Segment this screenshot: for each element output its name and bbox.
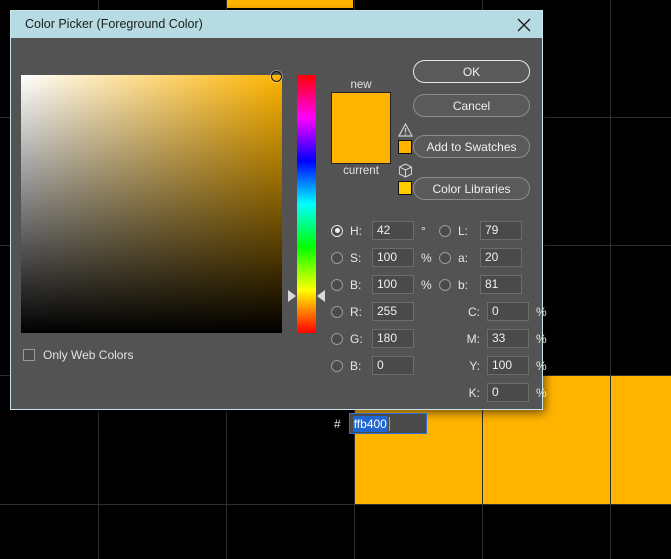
unit-cmyk-y: % bbox=[536, 358, 547, 373]
preview-new-label: new bbox=[350, 79, 372, 91]
color-libraries-button[interactable]: Color Libraries bbox=[413, 177, 530, 200]
gamut-warning-swatch[interactable] bbox=[398, 140, 412, 154]
label-rgb-g: G: bbox=[350, 331, 363, 346]
unit-hsb-b: % bbox=[421, 277, 432, 292]
only-web-colors-label: Only Web Colors bbox=[43, 348, 134, 362]
radio-rgb-b[interactable] bbox=[331, 359, 343, 372]
label-lab-l: L: bbox=[458, 223, 469, 238]
input-lab-a[interactable]: 20 bbox=[480, 248, 522, 267]
radio-lab-l[interactable] bbox=[439, 224, 451, 237]
input-hsb-b[interactable]: 100 bbox=[372, 275, 414, 294]
hex-hash-label: # bbox=[334, 416, 341, 431]
input-cmyk-m[interactable]: 33 bbox=[487, 329, 529, 348]
websafe-cube-icon[interactable] bbox=[398, 163, 413, 178]
label-hsb-h: H: bbox=[350, 223, 362, 238]
field-row-lab-b: b: 81 bbox=[439, 274, 522, 295]
hue-marker-left[interactable] bbox=[288, 290, 296, 302]
preview-current-swatch[interactable] bbox=[332, 128, 390, 163]
input-cmyk-k[interactable]: 0 bbox=[487, 383, 529, 402]
color-field-brightness-overlay bbox=[21, 75, 282, 333]
input-lab-b[interactable]: 81 bbox=[480, 275, 522, 294]
input-lab-l[interactable]: 79 bbox=[480, 221, 522, 240]
field-row-lab-a: a: 20 bbox=[439, 247, 522, 268]
input-rgb-g[interactable]: 180 bbox=[372, 329, 414, 348]
checkbox-box[interactable] bbox=[23, 349, 35, 361]
grid-line-vertical bbox=[610, 0, 611, 559]
preview-swatch-stack[interactable] bbox=[331, 92, 391, 164]
gamut-warning-icon[interactable] bbox=[398, 123, 413, 137]
field-row-lab-l: L: 79 bbox=[439, 220, 522, 241]
preview-current-label: current bbox=[343, 165, 379, 177]
websafe-swatch[interactable] bbox=[398, 181, 412, 195]
hex-input[interactable]: ffb400 bbox=[348, 413, 427, 434]
label-cmyk-k: K: bbox=[468, 385, 480, 400]
input-hsb-s[interactable]: 100 bbox=[372, 248, 414, 267]
ok-button[interactable]: OK bbox=[413, 60, 530, 83]
dialog-titlebar[interactable]: Color Picker (Foreground Color) bbox=[11, 11, 542, 38]
input-cmyk-y[interactable]: 100 bbox=[487, 356, 529, 375]
unit-cmyk-c: % bbox=[536, 304, 547, 319]
unit-cmyk-m: % bbox=[536, 331, 547, 346]
hue-marker-right[interactable] bbox=[317, 290, 325, 302]
color-preview: new current bbox=[331, 78, 391, 178]
field-row-rgb-g: G: 180 bbox=[331, 328, 414, 349]
field-row-hsb-b: B: 100 % bbox=[331, 274, 432, 295]
label-lab-b: b: bbox=[458, 277, 469, 292]
input-rgb-r[interactable]: 255 bbox=[372, 302, 414, 321]
text-caret bbox=[388, 416, 391, 431]
radio-lab-b[interactable] bbox=[439, 278, 451, 291]
label-cmyk-m: M: bbox=[466, 331, 480, 346]
unit-cmyk-k: % bbox=[536, 385, 547, 400]
field-row-cmyk-y: Y: 100 % bbox=[458, 355, 547, 376]
preview-new-swatch[interactable] bbox=[332, 93, 390, 128]
label-cmyk-y: Y: bbox=[469, 358, 480, 373]
add-to-swatches-button[interactable]: Add to Swatches bbox=[413, 135, 530, 158]
close-icon[interactable] bbox=[514, 15, 534, 35]
label-hsb-b: B: bbox=[350, 277, 362, 292]
grid-line-horizontal bbox=[0, 504, 671, 505]
only-web-colors-checkbox[interactable]: Only Web Colors bbox=[23, 348, 133, 362]
input-cmyk-c[interactable]: 0 bbox=[487, 302, 529, 321]
field-row-hsb-s: S: 100 % bbox=[331, 247, 432, 268]
color-field[interactable] bbox=[21, 71, 282, 333]
hex-field-row: # ffb400 bbox=[334, 413, 427, 434]
label-hsb-s: S: bbox=[350, 250, 362, 265]
label-rgb-r: R: bbox=[350, 304, 362, 319]
radio-rgb-r[interactable] bbox=[331, 305, 343, 318]
radio-hsb-h[interactable] bbox=[331, 224, 343, 237]
dialog-body: Only Web Colors new current OK Cancel Ad… bbox=[11, 38, 547, 434]
radio-hsb-s[interactable] bbox=[331, 251, 343, 264]
field-row-cmyk-m: M: 33 % bbox=[458, 328, 547, 349]
unit-hsb-h: ° bbox=[421, 223, 426, 238]
unit-hsb-s: % bbox=[421, 250, 432, 265]
radio-hsb-b[interactable] bbox=[331, 278, 343, 291]
dialog-title: Color Picker (Foreground Color) bbox=[25, 17, 203, 31]
hex-input-value: ffb400 bbox=[352, 415, 388, 432]
label-lab-a: a: bbox=[458, 250, 469, 265]
color-picker-dialog: Color Picker (Foreground Color) Only Web… bbox=[10, 10, 547, 434]
field-row-cmyk-c: C: 0 % bbox=[458, 301, 547, 322]
field-row-rgb-b: B: 0 bbox=[331, 355, 414, 376]
field-row-cmyk-k: K: 0 % bbox=[458, 382, 547, 403]
input-hsb-h[interactable]: 42 bbox=[372, 221, 414, 240]
canvas-cell-filled bbox=[227, 0, 353, 8]
input-rgb-b[interactable]: 0 bbox=[372, 356, 414, 375]
field-row-rgb-r: R: 255 bbox=[331, 301, 414, 322]
radio-lab-a[interactable] bbox=[439, 251, 451, 264]
cancel-button[interactable]: Cancel bbox=[413, 94, 530, 117]
field-row-hsb-h: H: 42 ° bbox=[331, 220, 426, 241]
label-cmyk-c: C: bbox=[468, 304, 480, 319]
radio-rgb-g[interactable] bbox=[331, 332, 343, 345]
label-rgb-b: B: bbox=[350, 358, 362, 373]
hue-slider[interactable] bbox=[297, 75, 316, 333]
